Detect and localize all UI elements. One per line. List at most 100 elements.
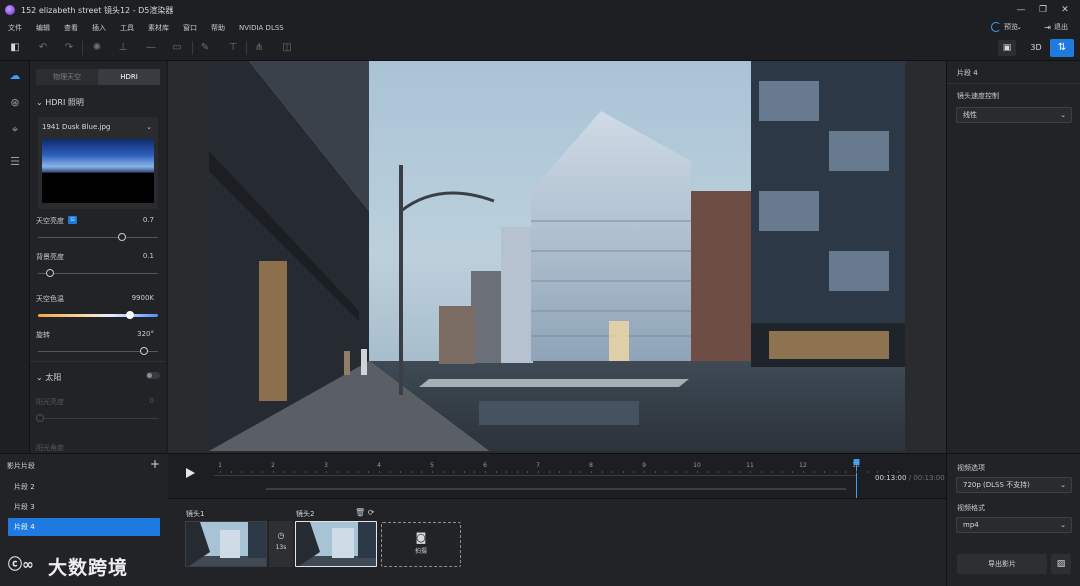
timeline-tick [803,471,804,473]
timeline-tick [495,471,497,473]
sun-section-header[interactable]: ⌄ 太阳 [36,372,61,383]
exit-label: 退出 [1054,23,1068,31]
image-icon[interactable]: ▣ [998,40,1016,56]
timeline-tick [283,471,285,473]
timeline-track[interactable] [266,488,846,490]
menu-file[interactable]: 文件 [8,23,22,33]
title-bar: 152 elizabeth street 镜头12 - D5渲染器 — ❐ ✕ [0,0,1080,20]
layers-icon[interactable]: ◫ [280,41,294,55]
menu-view[interactable]: 查看 [64,23,78,33]
timeline-tick [262,471,264,473]
paint-roller-icon[interactable]: ⊤ [226,41,240,55]
ruler-line [214,475,856,476]
speed-control-select[interactable]: 线性 ⌄ [956,107,1072,123]
timeline-tick [326,471,327,473]
timeline-tick [898,471,900,473]
timeline-tick [644,471,645,473]
camera-icon[interactable]: ⌖ [8,123,22,137]
hdri-file-select[interactable]: 1941 Dusk Blue.jpg [42,123,110,131]
video-options-label: 视频选项 [957,464,985,472]
nodes-icon[interactable]: ⋔ [252,41,266,55]
list-item[interactable]: 片段 3 [8,498,160,516]
sun-toggle[interactable] [146,372,160,379]
video-format-select[interactable]: mp4 ⌄ [956,517,1072,533]
preview-dropdown-icon[interactable]: ⌄ [1016,23,1022,31]
color-temp-handle[interactable] [126,311,135,319]
toolbar-divider [192,41,193,55]
rotation-handle[interactable] [139,347,148,355]
panel-toggle-icon[interactable]: ◧ [8,41,22,55]
sky-brightness-value[interactable]: 0.7 [143,216,154,224]
chevron-down-icon[interactable]: ⌄ [146,123,152,131]
materials-icon[interactable]: ⊛ [8,96,22,110]
menu-edit[interactable]: 编辑 [36,23,50,33]
add-clip-button[interactable]: + [150,457,160,471]
shot-2-thumbnail[interactable] [295,521,377,567]
toolbar-divider [82,41,83,55]
sky-color-temp-value[interactable]: 9900K [132,294,154,302]
redo-icon[interactable]: ↷ [62,41,76,55]
undo-icon[interactable]: ↶ [36,41,50,55]
maximize-button[interactable]: ❐ [1036,3,1050,17]
list-item-selected[interactable]: 片段 4 [8,518,160,536]
clip-list-title: 影片片段 [7,462,35,470]
play-icon[interactable] [186,468,195,478]
menu-window[interactable]: 窗口 [183,23,197,33]
exit-button[interactable]: ⇥ 退出 [1044,22,1068,32]
shot-tools: 🗑 ⟳ [355,508,374,517]
export-video-button[interactable]: 导出影片 [957,554,1047,574]
bg-brightness-slider[interactable] [38,273,158,274]
menu-help[interactable]: 帮助 [211,23,225,33]
timeline-tick [760,471,762,473]
light-icon[interactable]: ✺ [90,41,104,55]
menu-dlss[interactable]: NVIDIA DLSS [239,24,284,32]
timeline-tick-label: 10 [693,462,701,469]
list-item[interactable]: 片段 2 [8,478,160,496]
list-icon[interactable]: ☰ [8,155,22,169]
video-options-select[interactable]: 720p (DLSS 不支持) ⌄ [956,477,1072,493]
sky-brightness-slider[interactable] [38,237,158,238]
refresh-icon[interactable]: ⟳ [368,508,375,517]
view-3d-button[interactable]: 3D [1026,40,1046,56]
rectangle-icon[interactable]: ▭ [170,41,184,55]
timeline-tick [410,471,412,473]
shot-duration[interactable]: ◷ 13s [269,521,293,567]
measure-icon[interactable]: ⊥ [116,41,130,55]
menu-library[interactable]: 素材库 [148,23,169,33]
swap-icon[interactable]: ⇅ [1050,39,1074,57]
minimize-button[interactable]: — [1014,3,1028,17]
close-button[interactable]: ✕ [1058,3,1072,17]
color-temp-slider[interactable] [38,314,158,317]
capture-shot-button[interactable]: ◙ 拍摄 [381,522,461,567]
tab-hdri[interactable]: HDRI [98,69,160,85]
timeline-tick [463,471,465,473]
bg-brightness-handle[interactable] [46,269,54,277]
timeline-tick [304,471,306,473]
brush-icon[interactable]: ✎ [198,41,212,55]
trash-icon[interactable]: 🗑 [355,508,365,517]
timeline-tick [781,471,783,473]
menu-insert[interactable]: 插入 [92,23,106,33]
timeline-tick [580,471,582,473]
tab-physical-sky[interactable]: 物理天空 [36,69,98,85]
timeline-tick [707,471,709,473]
bg-brightness-label: 背景亮度 [36,253,64,261]
line-icon[interactable]: — [144,41,158,55]
video-format-label: 视频格式 [957,504,985,512]
timeline-ruler[interactable]: 1 2 3 4 5 6 7 8 9 10 11 12 13 [214,459,900,500]
bg-brightness-value[interactable]: 0.1 [143,252,154,260]
menu-tools[interactable]: 工具 [120,23,134,33]
export-image-icon[interactable]: ▨ [1051,554,1071,574]
cloud-icon[interactable]: ☁ [8,69,22,83]
timeline-tick [654,471,656,473]
hdri-card[interactable]: 1941 Dusk Blue.jpg ⌄ [38,117,158,209]
preview-button[interactable]: 预览 [991,22,1018,32]
sky-brightness-handle[interactable] [118,233,126,241]
link-badge-icon[interactable]: ⊡ [68,216,77,224]
render-viewport[interactable] [168,61,946,453]
shot-1-thumbnail[interactable] [185,521,267,567]
hdri-section-header[interactable]: ⌄ HDRI 照明 [36,97,84,108]
camera-icon: ◙ [415,531,427,544]
timeline-tick-label: 5 [430,462,434,469]
rotation-value[interactable]: 320° [137,330,154,338]
